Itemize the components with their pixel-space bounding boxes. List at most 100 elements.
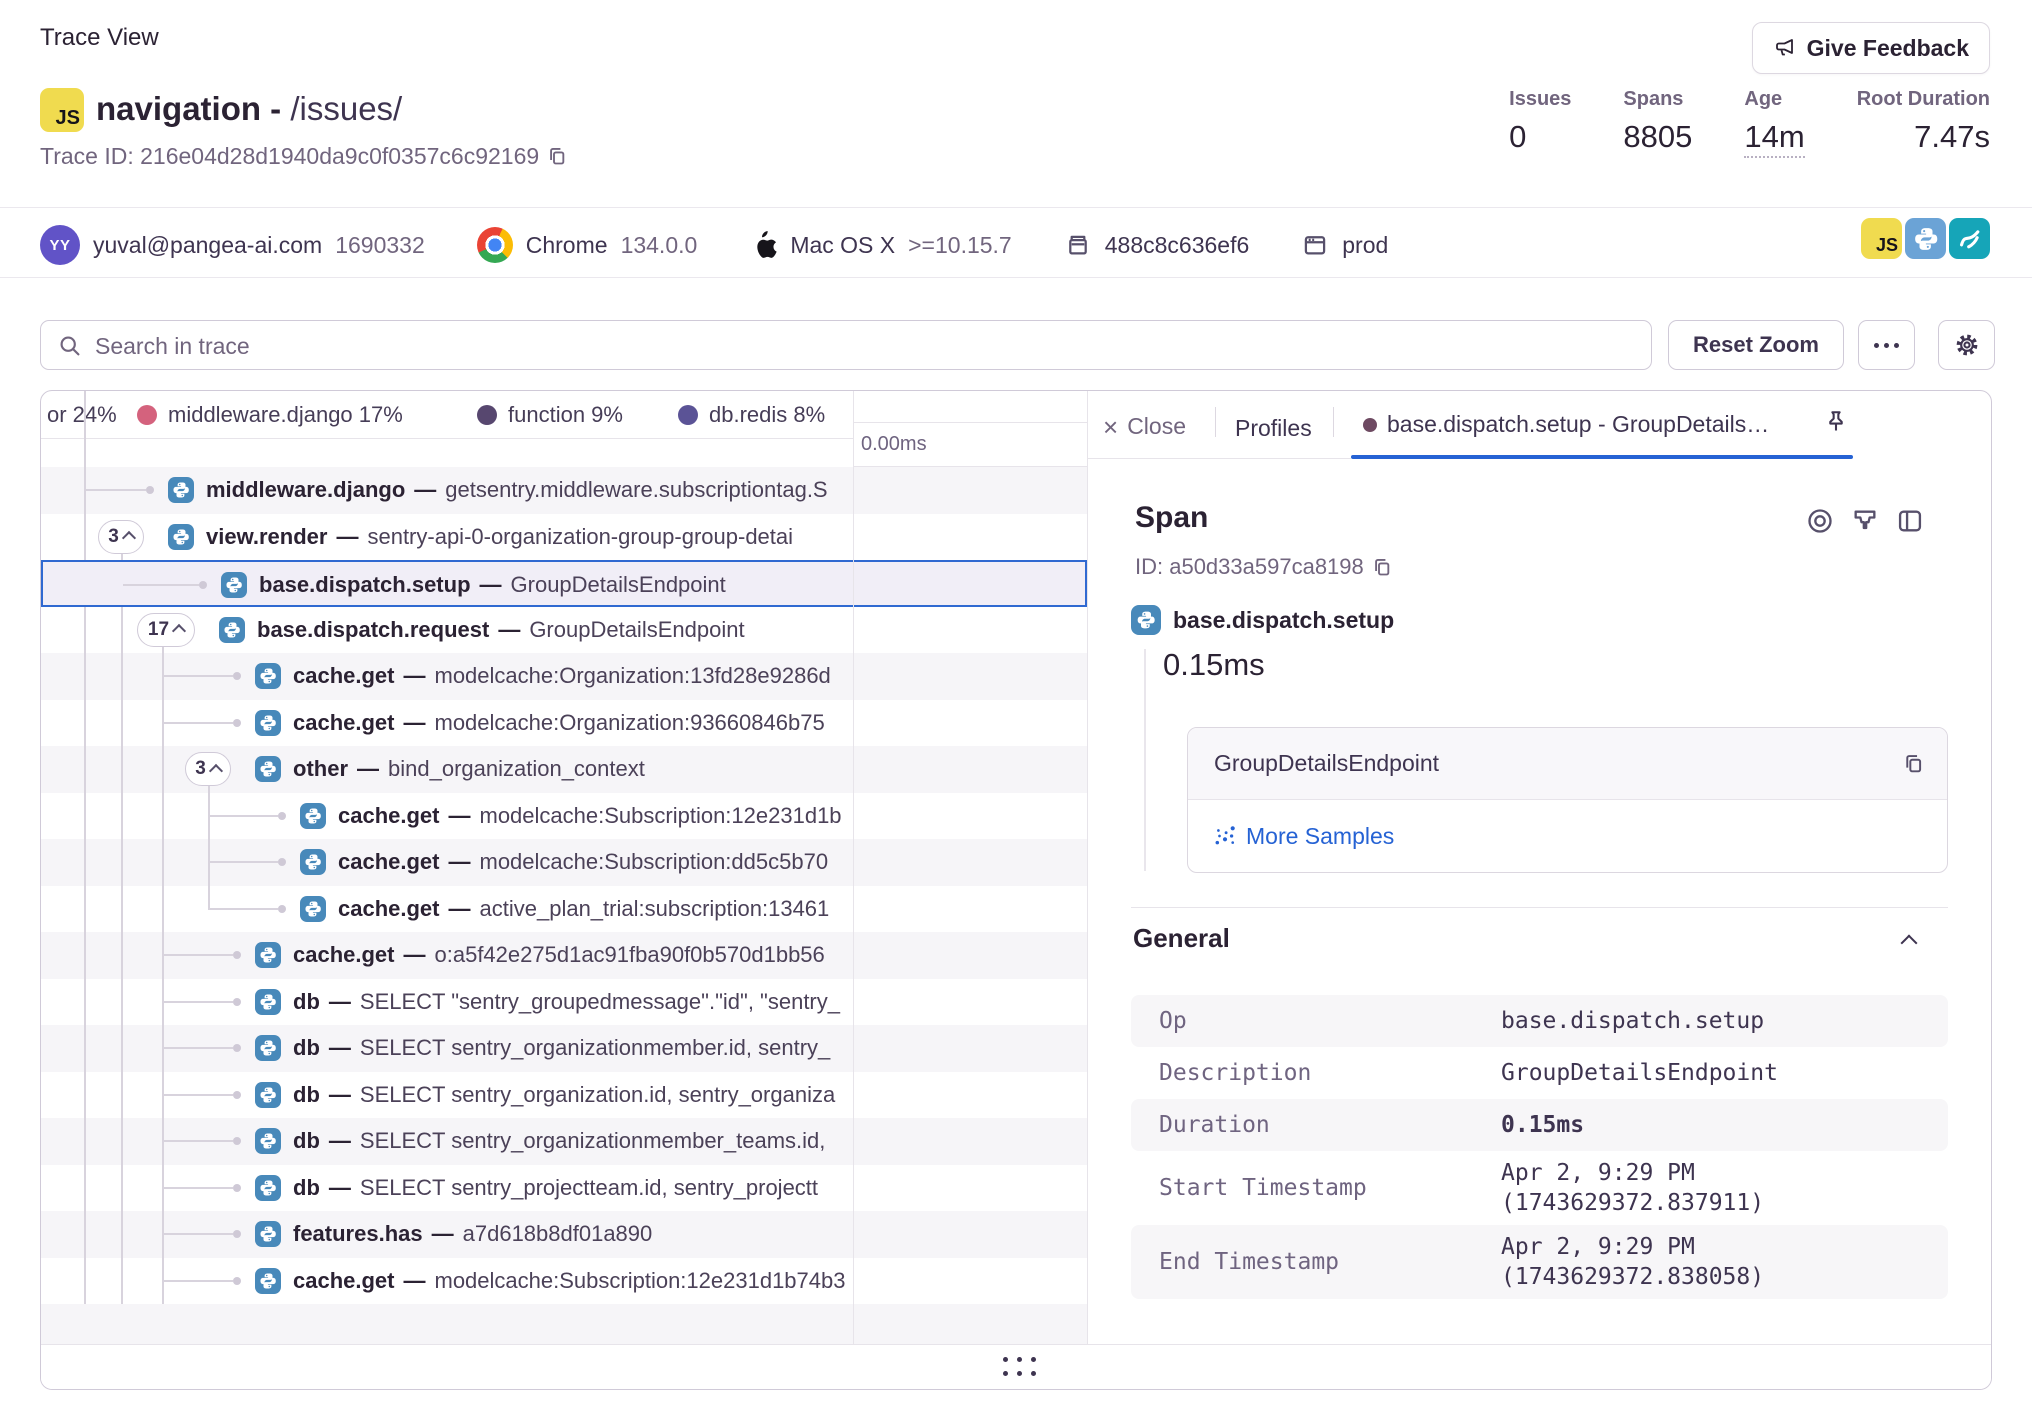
device-id: 488c8c636ef6 xyxy=(1105,232,1250,259)
stat-issues: Issues0 xyxy=(1509,88,1571,158)
python-icon xyxy=(255,710,281,736)
reset-zoom-button[interactable]: Reset Zoom xyxy=(1668,320,1844,370)
pin-icon[interactable] xyxy=(1823,409,1849,435)
python-icon xyxy=(255,1221,281,1247)
timeline-header: 0.00ms xyxy=(853,391,1087,467)
funnel-icon[interactable] xyxy=(1851,507,1879,535)
trace-row[interactable]: 3view.render—sentry-api-0-organization-g… xyxy=(41,514,1087,561)
trace-row[interactable]: db—SELECT "sentry_groupedmessage"."id", … xyxy=(41,979,1087,1026)
span-op: db xyxy=(293,1035,320,1061)
javascript-chip-icon: JS xyxy=(1861,218,1902,259)
connector-dot xyxy=(233,1044,241,1052)
copy-icon[interactable] xyxy=(1903,753,1925,775)
stat-label: Age xyxy=(1744,88,1804,111)
tab-span-details[interactable]: base.dispatch.setup - GroupDetails… xyxy=(1363,411,1769,438)
search-input[interactable] xyxy=(93,321,1637,371)
split-panel-icon[interactable] xyxy=(1896,507,1924,535)
legend-item-db-redis[interactable]: db.redis 8% xyxy=(678,391,825,438)
copy-icon[interactable] xyxy=(547,146,568,167)
trace-row[interactable]: db—SELECT sentry_organizationmember.id, … xyxy=(41,1025,1087,1072)
trace-waterfall-panel: or 24% middleware.django 17% function 9% db… xyxy=(40,390,1992,1390)
stat-value[interactable]: 14m xyxy=(1744,119,1804,158)
span-op: cache.get xyxy=(293,710,395,736)
close-icon: × xyxy=(1103,417,1118,437)
span-description: bind_organization_context xyxy=(388,756,645,782)
span-description: modelcache:Organization:93660846b75 xyxy=(435,710,825,736)
divider xyxy=(0,277,2032,278)
legend-label: middleware.django 17% xyxy=(168,402,403,428)
trace-row[interactable]: cache.get—modelcache:Organization:936608… xyxy=(41,700,1087,747)
javascript-platform-badge: JS xyxy=(40,88,84,132)
environment: prod xyxy=(1342,232,1388,259)
settings-button[interactable] xyxy=(1938,320,1995,370)
legend-item-middleware-django[interactable]: middleware.django 17% xyxy=(137,391,403,438)
span-row-text: db—SELECT sentry_organizationmember_team… xyxy=(293,1118,851,1165)
python-icon xyxy=(255,942,281,968)
span-count-badge[interactable]: 3 xyxy=(185,752,231,786)
more-samples-link[interactable]: More Samples xyxy=(1214,823,1394,850)
trace-row[interactable]: features.has—a7d618b8df01a890 xyxy=(41,1211,1087,1258)
copy-icon[interactable] xyxy=(1372,557,1393,578)
focus-target-icon[interactable] xyxy=(1806,507,1834,535)
connector-line xyxy=(162,1140,233,1142)
trace-row[interactable]: cache.get—modelcache:Subscription:12e231… xyxy=(41,793,1087,840)
trace-row[interactable]: cache.get—modelcache:Subscription:12e231… xyxy=(41,1258,1087,1305)
more-options-button[interactable] xyxy=(1858,320,1915,370)
span-count-badge[interactable]: 3 xyxy=(98,520,144,554)
connector-dot xyxy=(233,1277,241,1285)
general-row-end-timestamp: End TimestampApr 2, 9:29 PM (1743629372.… xyxy=(1131,1225,1948,1299)
trace-row-selected[interactable]: base.dispatch.setup—GroupDetailsEndpoint xyxy=(41,560,1087,607)
tabs-bottom-border xyxy=(1087,458,1351,459)
avatar: YY xyxy=(40,225,80,265)
connector-line xyxy=(162,722,233,724)
span-row-text: db—SELECT sentry_projectteam.id, sentry_… xyxy=(293,1165,851,1212)
close-tab-button[interactable]: × Close xyxy=(1103,413,1186,440)
python-icon xyxy=(255,663,281,689)
trace-row[interactable]: 3other—bind_organization_context xyxy=(41,746,1087,793)
span-op: db xyxy=(293,1082,320,1108)
give-feedback-button[interactable]: Give Feedback xyxy=(1752,22,1990,74)
span-count-badge[interactable]: 17 xyxy=(137,613,195,647)
trace-row[interactable]: db—SELECT sentry_projectteam.id, sentry_… xyxy=(41,1165,1087,1212)
span-duration: 0.15ms xyxy=(1163,647,1265,683)
tree-guide-line xyxy=(121,537,123,1304)
python-icon xyxy=(255,1268,281,1294)
trace-row[interactable]: 17 base.dispatch.request—GroupDetailsEndp… xyxy=(41,607,1087,654)
gear-icon xyxy=(1953,331,1981,359)
device-icon xyxy=(1064,231,1092,259)
trace-row[interactable]: db—SELECT sentry_organizationmember_team… xyxy=(41,1118,1087,1165)
span-id: ID: a50d33a597ca8198 xyxy=(1135,554,1393,580)
panel-bottom-bar xyxy=(41,1344,1992,1390)
span-description: active_plan_trial:subscription:13461 xyxy=(480,896,830,922)
trace-row[interactable]: middleware.django—getsentry.middleware.s… xyxy=(41,467,1087,514)
span-description: modelcache:Organization:13fd28e9286d xyxy=(435,663,831,689)
connector-dot xyxy=(146,486,154,494)
tab-profiles[interactable]: Profiles xyxy=(1235,415,1312,442)
collapse-chevron-icon[interactable] xyxy=(1901,935,1918,952)
trace-row[interactable]: db—SELECT sentry_organization.id, sentry… xyxy=(41,1072,1087,1119)
span-op-name: base.dispatch.setup xyxy=(1173,607,1394,634)
trace-view-page: { "app": { "title": "Trace View", "feedb… xyxy=(0,0,2032,1404)
user-email: yuval@pangea-ai.com xyxy=(93,232,322,259)
legend-item-function[interactable]: function 9% xyxy=(477,391,623,438)
python-icon xyxy=(221,572,247,598)
resize-drag-handle[interactable] xyxy=(1003,1357,1036,1376)
trace-row[interactable]: cache.get—modelcache:Subscription:dd5c5b… xyxy=(41,839,1087,886)
samples-scatter-icon xyxy=(1214,825,1236,847)
stat-label: Root Duration xyxy=(1857,88,1990,111)
trace-row[interactable]: cache.get—o:a5f42e275d1ac91fba90f0b570d1… xyxy=(41,932,1087,979)
stat-label: Spans xyxy=(1623,88,1692,111)
general-table: Opbase.dispatch.setupDescriptionGroupDet… xyxy=(1131,995,1948,1299)
legend-item-or[interactable]: or 24% xyxy=(47,391,117,438)
python-chip-icon xyxy=(1905,218,1946,259)
connector-line xyxy=(208,908,278,910)
span-row-text: base.dispatch.request—GroupDetailsEndpoi… xyxy=(257,607,851,654)
trace-row[interactable]: cache.get—modelcache:Organization:13fd28… xyxy=(41,653,1087,700)
span-description: SELECT sentry_organization.id, sentry_or… xyxy=(360,1082,835,1108)
stat-value: 8805 xyxy=(1623,119,1692,155)
trace-row[interactable]: cache.get—active_plan_trial:subscription… xyxy=(41,886,1087,933)
python-icon xyxy=(168,524,194,550)
connector-line xyxy=(84,489,146,491)
python-icon xyxy=(300,803,326,829)
connector-dot xyxy=(199,581,207,589)
